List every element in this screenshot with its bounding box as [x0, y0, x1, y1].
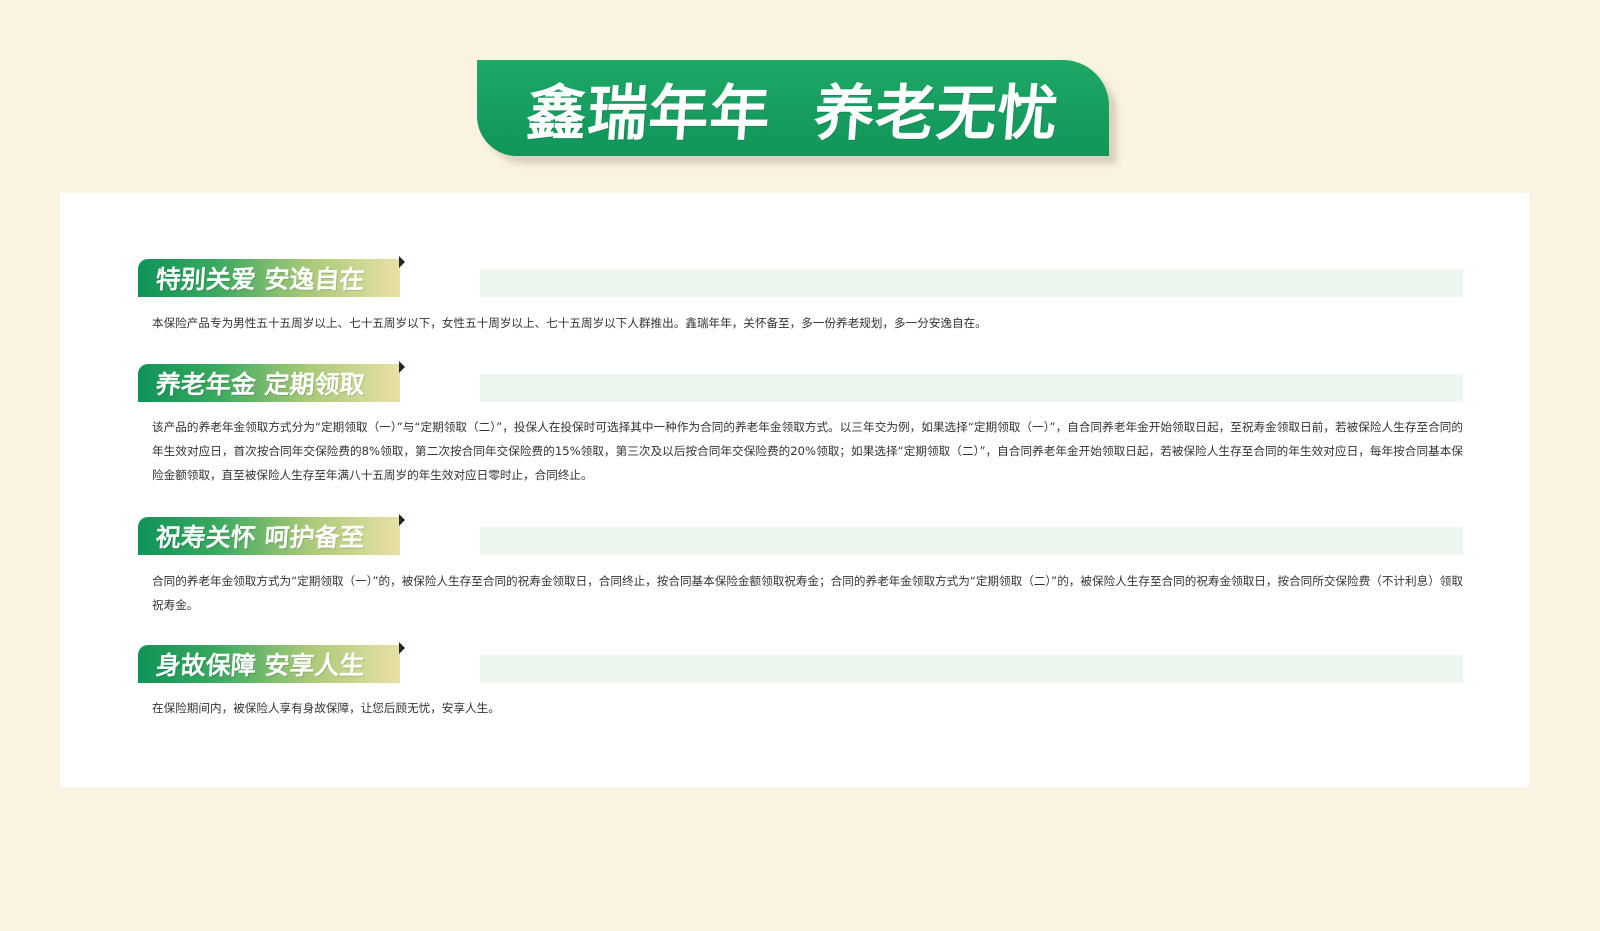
section-heading-bar [480, 374, 1463, 402]
section-heading-tag: 身故保障 安享人生 [138, 645, 400, 683]
section-heading-bar [480, 269, 1463, 297]
section-heading: 养老年金 定期领取 [154, 370, 366, 399]
section-heading: 祝寿关怀 呵护备至 [154, 523, 366, 552]
banner-plate: 鑫瑞年年 养老无忧 [477, 60, 1109, 156]
section-body: 在保险期间内，被保险人享有身故保障，让您后顾无忧，安享人生。 [152, 701, 500, 715]
content-card: 特别关爱 安逸自在 本保险产品专为男性五十五周岁以上、七十五周岁以下，女性五十周… [60, 193, 1529, 787]
section-body: 本保险产品专为男性五十五周岁以上、七十五周岁以下，女性五十周岁以上、七十五周岁以… [152, 316, 987, 330]
section-heading-tag: 养老年金 定期领取 [138, 364, 400, 402]
title-banner: 鑫瑞年年 养老无忧 [477, 60, 1117, 164]
section-heading-bar [480, 655, 1463, 683]
section-body: 合同的养老年金领取方式为“定期领取（一）”的，被保险人生存至合同的祝寿金领取日，… [152, 574, 1463, 612]
section-heading-tag: 特别关爱 安逸自在 [138, 259, 400, 297]
section-body: 该产品的养老年金领取方式分为“定期领取（一）”与“定期领取（二）”，投保人在投保… [152, 420, 1463, 482]
page: 鑫瑞年年 养老无忧 特别关爱 安逸自在 本保险产品专为男性五十五周岁以上、七十五… [0, 0, 1600, 931]
section-heading-tag: 祝寿关怀 呵护备至 [138, 517, 400, 555]
section-heading-bar [480, 527, 1463, 555]
section-heading: 特别关爱 安逸自在 [154, 265, 366, 294]
section-heading: 身故保障 安享人生 [154, 651, 366, 680]
page-title: 鑫瑞年年 养老无忧 [524, 78, 1061, 149]
